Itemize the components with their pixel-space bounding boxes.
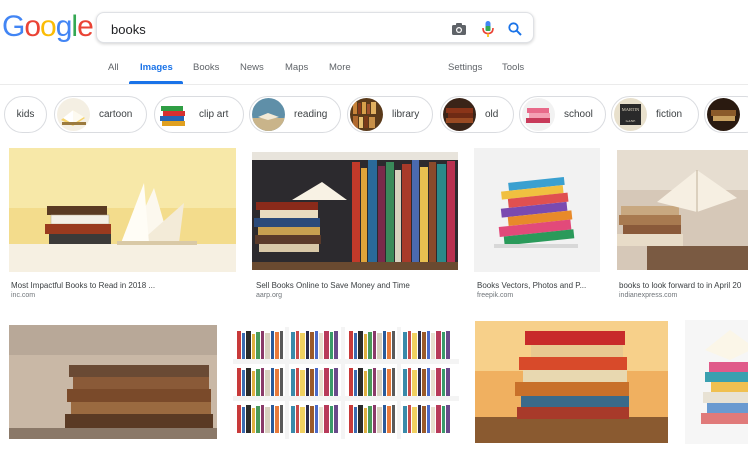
search-box[interactable] xyxy=(96,12,534,43)
result-image[interactable] xyxy=(9,325,217,439)
tab-tools[interactable]: Tools xyxy=(502,62,524,73)
logo-letter: o xyxy=(24,10,41,43)
logo-letter: e xyxy=(77,10,94,43)
result-title[interactable]: Most Impactful Books to Read in 2018 ... xyxy=(11,281,233,290)
chip-thumbnail xyxy=(57,98,90,131)
header-divider xyxy=(0,84,748,85)
result-source[interactable]: indianexpress.com xyxy=(619,292,677,299)
chip-label: cartoon xyxy=(99,109,133,120)
related-searches-bar: kids cartoon clip art reading library ol… xyxy=(4,96,748,134)
microphone-icon[interactable] xyxy=(478,19,498,39)
result-source[interactable]: freepik.com xyxy=(477,292,513,299)
result-image[interactable] xyxy=(233,327,459,439)
thumbnail-text-top: MARTIN xyxy=(622,107,640,112)
chip-reading[interactable]: reading xyxy=(249,96,341,133)
chip-fiction[interactable]: MARTIN GANE fiction xyxy=(611,96,699,133)
chip-label: school xyxy=(564,109,593,120)
logo-letter: G xyxy=(2,10,25,43)
chip-thumbnail: MARTIN GANE xyxy=(614,98,647,131)
chip-label: fiction xyxy=(656,109,683,120)
chip-label: reading xyxy=(294,109,328,120)
tab-images[interactable]: Images xyxy=(140,62,173,73)
result-image[interactable] xyxy=(685,320,748,444)
result-image[interactable] xyxy=(252,152,458,270)
chip-thumbnail xyxy=(252,98,285,131)
chip-cartoon[interactable]: cartoon xyxy=(54,96,147,133)
tab-maps[interactable]: Maps xyxy=(285,62,308,73)
chip-label: kids xyxy=(16,109,35,120)
chip-thumbnail xyxy=(707,98,740,131)
search-input[interactable] xyxy=(109,18,433,40)
logo-letter: o xyxy=(40,10,57,43)
chip-more[interactable] xyxy=(704,96,748,133)
chip-label: old xyxy=(485,109,499,120)
search-icon[interactable] xyxy=(505,19,525,39)
chip-kids[interactable]: kids xyxy=(4,96,47,133)
result-source[interactable]: aarp.org xyxy=(256,292,282,299)
result-image[interactable] xyxy=(474,148,600,272)
result-title[interactable]: Sell Books Online to Save Money and Time xyxy=(256,281,456,290)
result-image[interactable] xyxy=(475,321,668,443)
chip-label: clip art xyxy=(199,109,229,120)
chip-thumbnail xyxy=(522,98,555,131)
result-title[interactable]: Books Vectors, Photos and P... xyxy=(477,281,599,290)
google-logo[interactable]: Google xyxy=(2,10,94,44)
result-title[interactable]: books to look forward to in April 20 xyxy=(619,281,748,290)
tab-all[interactable]: All xyxy=(108,62,119,73)
logo-letter: g xyxy=(55,10,73,43)
tab-news[interactable]: News xyxy=(240,62,264,73)
chip-thumbnail xyxy=(443,98,476,131)
result-image[interactable] xyxy=(617,150,748,270)
chip-label: library xyxy=(392,109,420,120)
thumbnail-text-bottom: GANE xyxy=(626,119,636,123)
camera-icon[interactable] xyxy=(449,19,469,39)
tab-books[interactable]: Books xyxy=(193,62,219,73)
chip-thumbnail xyxy=(350,98,383,131)
result-image[interactable] xyxy=(9,148,236,272)
chip-old[interactable]: old xyxy=(440,96,514,133)
chip-thumbnail xyxy=(157,98,190,131)
chip-school[interactable]: school xyxy=(519,96,606,133)
tab-settings[interactable]: Settings xyxy=(448,62,482,73)
result-source[interactable]: inc.com xyxy=(11,292,35,299)
chip-library[interactable]: library xyxy=(347,96,433,133)
chip-clip-art[interactable]: clip art xyxy=(154,96,244,133)
search-tabs: All Images Books News Maps More Settings… xyxy=(0,60,748,84)
tab-more[interactable]: More xyxy=(329,62,351,73)
